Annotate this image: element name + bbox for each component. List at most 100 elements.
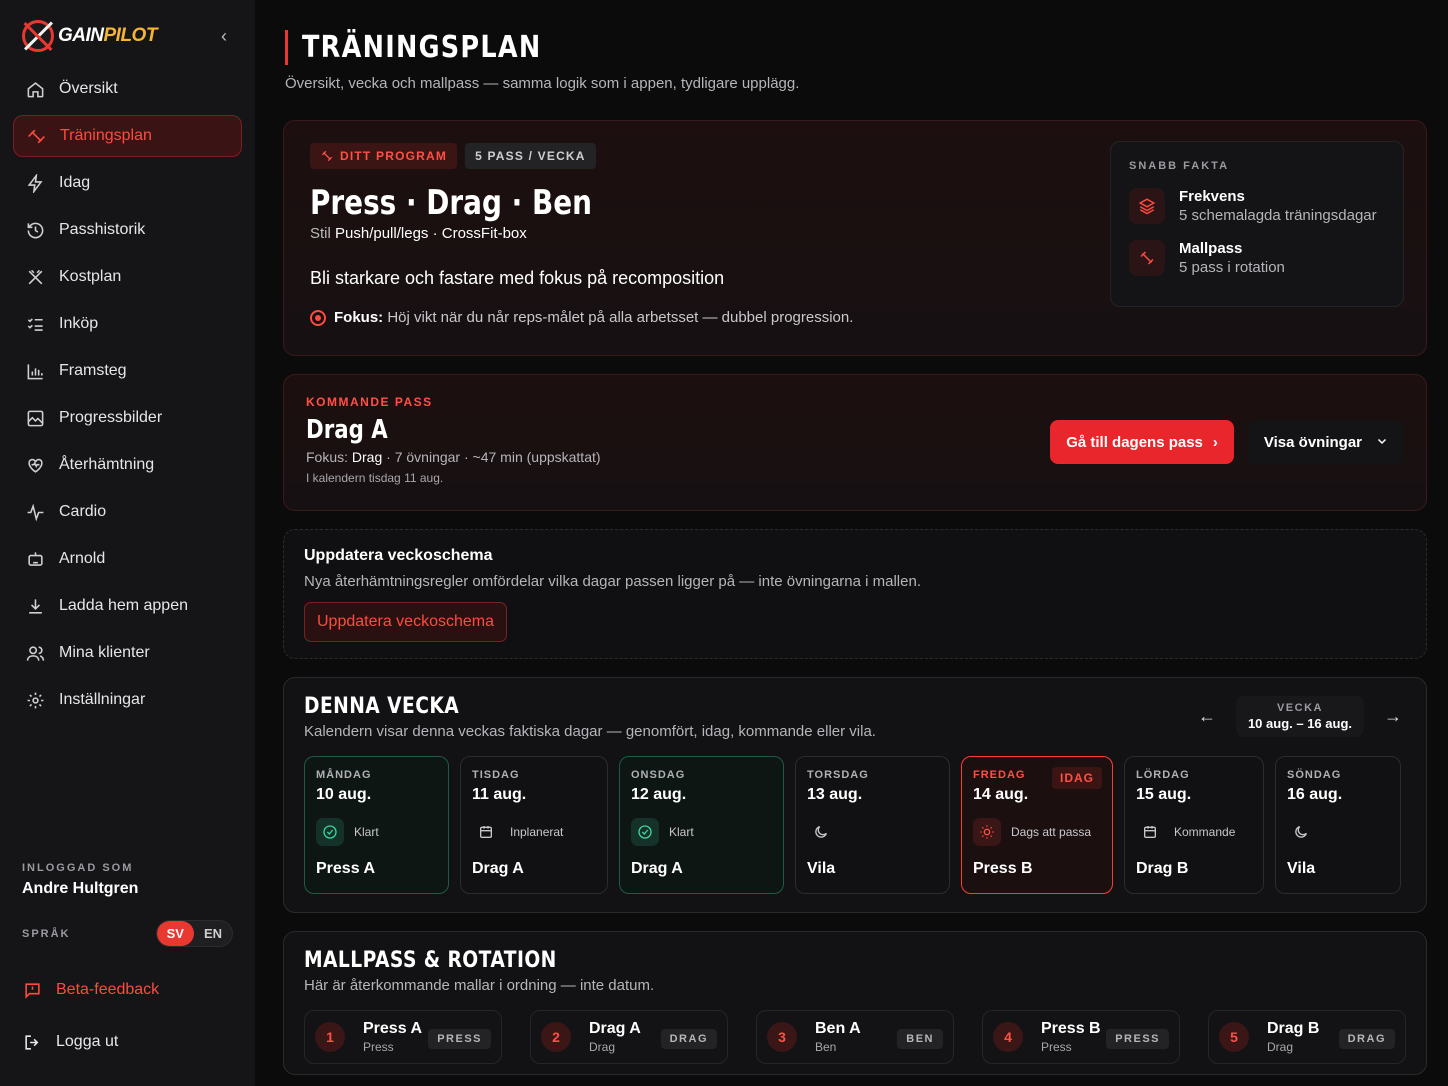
sidebar-item-label: Idag [59,174,91,191]
image-icon [25,408,45,428]
history-icon [25,220,45,240]
calendar-icon [1136,818,1164,846]
page-subtitle: Översikt, vecka och mallpass — samma log… [285,75,800,92]
sidebar-item-kostplan[interactable]: Kostplan [13,256,242,298]
update-title: Uppdatera veckoschema [304,547,493,564]
logout-link[interactable]: Logga ut [22,1019,233,1065]
brand-logo[interactable]: GAINPILOT [22,20,157,52]
sidebar-item-label: Inköp [59,315,99,332]
sidebar-item-framsteg[interactable]: Framsteg [13,350,242,392]
language-toggle: SV EN [155,920,233,947]
bolt-icon [25,173,45,193]
logged-in-label: INLOGGAD SOM [22,862,134,874]
quick-facts-panel: SNABB FAKTA Frekvens 5 schemalagda träni… [1110,141,1404,307]
week-title: DENNA VECKA [304,694,460,719]
day-card-wednesday[interactable]: ONSDAG 12 aug. Klart Drag A [619,756,784,894]
calendar-icon [472,818,500,846]
day-card-sunday[interactable]: SÖNDAG 16 aug. Vila [1275,756,1401,894]
program-title: Press · Drag · Ben [310,183,592,223]
rotation-item[interactable]: 3 Ben A Ben BEN [756,1010,954,1064]
collapse-sidebar-icon[interactable]: ‹ [221,26,227,47]
day-card-tuesday[interactable]: TISDAG 11 aug. Inplanerat Drag A [460,756,608,894]
rotation-tag: BEN [897,1029,943,1049]
day-card-friday[interactable]: IDAG FREDAG 14 aug. Dags att passa Press… [961,756,1113,894]
sidebar-item-arnold[interactable]: Arnold [13,538,242,580]
beta-feedback-link[interactable]: Beta-feedback [22,967,233,1013]
update-description: Nya återhämtningsregler omfördelar vilka… [304,573,921,590]
day-card-thursday[interactable]: TORSDAG 13 aug. Vila [795,756,950,894]
frequency-tag: 5 PASS / VECKA [465,143,596,169]
update-schedule-button[interactable]: Uppdatera veckoschema [304,602,507,642]
previous-week-arrow-icon[interactable]: ← [1198,706,1216,727]
rotation-item[interactable]: 1 Press A Press PRESS [304,1010,502,1064]
logout-label: Logga ut [56,1033,119,1050]
moon-icon [1287,818,1315,846]
dumbbell-icon [1129,240,1165,276]
rotation-item[interactable]: 2 Drag A Drag DRAG [530,1010,728,1064]
sidebar-item-passhistorik[interactable]: Passhistorik [13,209,242,251]
sidebar-item-label: Arnold [59,550,106,567]
compass-logo-icon [22,20,54,52]
rotation-tag: PRESS [1106,1029,1169,1049]
sidebar-item-label: Progressbilder [59,409,163,426]
sidebar-item-ladda-hem-appen[interactable]: Ladda hem appen [13,585,242,627]
rotation-tag: PRESS [428,1029,491,1049]
chevron-down-icon [1376,434,1388,451]
chevron-right-icon: › [1212,433,1218,451]
sidebar-item-traningsplan[interactable]: Träningsplan [13,115,242,157]
next-week-arrow-icon[interactable]: → [1384,706,1402,727]
day-card-monday[interactable]: MÅNDAG 10 aug. Klart Press A [304,756,449,894]
quick-facts-title: SNABB FAKTA [1129,160,1230,172]
home-icon [25,79,45,99]
sidebar-nav: Översikt Träningsplan Idag Passhistorik … [0,68,255,721]
sidebar-item-cardio[interactable]: Cardio [13,491,242,533]
page-header: TRÄNINGSPLAN [285,30,1427,65]
rotation-item[interactable]: 4 Press B Press PRESS [982,1010,1180,1064]
sidebar-item-label: Inställningar [59,691,146,708]
checklist-icon [25,314,45,334]
sidebar-item-installningar[interactable]: Inställningar [13,679,242,721]
upcoming-workout-card: KOMMANDE PASS Drag A Fokus: Drag · 7 övn… [283,374,1427,511]
user-name: Andre Hultgren [22,880,139,897]
sidebar-item-inkop[interactable]: Inköp [13,303,242,345]
sidebar-item-label: Träningsplan [60,127,152,144]
show-exercises-button[interactable]: Visa övningar [1247,420,1404,464]
beta-feedback-label: Beta-feedback [56,981,160,998]
check-circle-icon [631,818,659,846]
this-week-card: DENNA VECKA Kalendern visar denna veckas… [283,677,1427,913]
lang-sv-button[interactable]: SV [156,921,194,946]
sidebar-item-label: Framsteg [59,362,127,379]
rotation-card: MALLPASS & ROTATION Här är återkommande … [283,931,1427,1075]
rotation-item[interactable]: 5 Drag B Drag DRAG [1208,1010,1406,1064]
gear-icon [25,690,45,710]
download-icon [25,596,45,616]
sidebar-item-progressbilder[interactable]: Progressbilder [13,397,242,439]
rotation-list: 1 Press A Press PRESS 2 Drag A Drag DRAG 3… [304,1010,1406,1064]
sidebar-item-label: Passhistorik [59,221,146,238]
rotation-description: Här är återkommande mallar i ordning — i… [304,977,655,994]
logout-icon [22,1032,42,1052]
sidebar-item-idag[interactable]: Idag [13,162,242,204]
rotation-tag: DRAG [1338,1029,1395,1049]
day-card-saturday[interactable]: LÖRDAG 15 aug. Kommande Drag B [1124,756,1264,894]
sun-icon [973,818,1001,846]
bar-chart-icon [25,361,45,381]
sidebar-item-label: Översikt [59,80,118,97]
dumbbell-icon [321,150,333,162]
brand-name: GAINPILOT [58,25,157,46]
lang-en-button[interactable]: EN [194,921,232,946]
sidebar: GAINPILOT ‹ Översikt Träningsplan Idag P… [0,0,255,1086]
program-tag: DITT PROGRAM [310,143,458,169]
sidebar-item-oversikt[interactable]: Översikt [13,68,242,110]
sidebar-item-label: Mina klienter [59,644,150,661]
update-schedule-card: Uppdatera veckoschema Nya återhämtningsr… [283,529,1427,659]
rotation-tag: DRAG [660,1029,717,1049]
sidebar-item-aterhamtning[interactable]: Återhämtning [13,444,242,486]
sidebar-item-label: Återhämtning [59,456,155,473]
layers-icon [1129,188,1165,224]
sidebar-item-mina-klienter[interactable]: Mina klienter [13,632,242,674]
go-to-todays-workout-button[interactable]: Gå till dagens pass › [1050,420,1234,464]
page-title: TRÄNINGSPLAN [302,30,542,65]
sidebar-item-label: Ladda hem appen [59,597,188,614]
today-badge: IDAG [1052,767,1102,789]
